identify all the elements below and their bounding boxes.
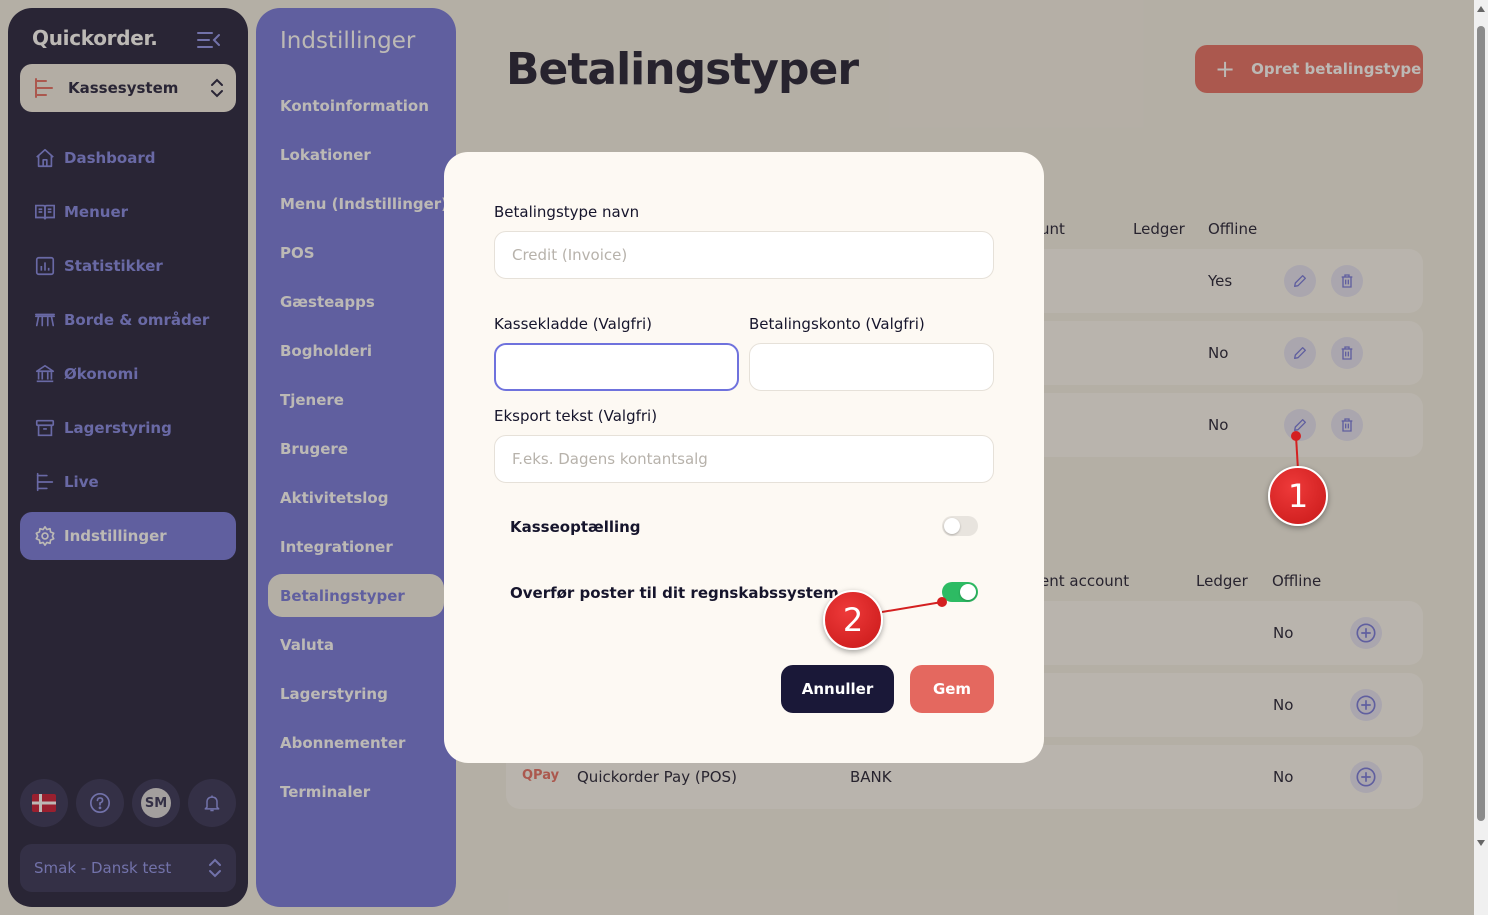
cash-count-toggle[interactable] (942, 516, 978, 536)
payment-type-dialog: Betalingstype navn Kassekladde (Valgfri)… (444, 152, 1044, 763)
cashbook-input[interactable] (494, 343, 739, 391)
toggle-knob (960, 584, 976, 600)
export-text-label: Eksport tekst (Valgfri) (494, 407, 658, 425)
annotation-marker-1: 1 (1268, 466, 1328, 526)
scroll-thumb[interactable] (1477, 26, 1485, 821)
scroll-down-icon[interactable] (1477, 840, 1485, 846)
cash-count-label: Kasseoptælling (510, 518, 641, 536)
name-input[interactable] (494, 231, 994, 279)
transfer-entries-label: Overfør poster til dit regnskabssystem (510, 584, 839, 602)
payment-account-input[interactable] (749, 343, 994, 391)
page-scrollbar[interactable] (1474, 0, 1488, 915)
scroll-up-icon[interactable] (1477, 6, 1485, 12)
export-text-input[interactable] (494, 435, 994, 483)
save-button[interactable]: Gem (910, 665, 994, 713)
transfer-entries-toggle[interactable] (942, 582, 978, 602)
cancel-button[interactable]: Annuller (781, 665, 894, 713)
cashbook-label: Kassekladde (Valgfri) (494, 315, 653, 333)
toggle-knob (944, 518, 960, 534)
annotation-marker-2: 2 (823, 590, 883, 650)
name-label: Betalingstype navn (494, 203, 640, 221)
payment-account-label: Betalingskonto (Valgfri) (749, 315, 925, 333)
